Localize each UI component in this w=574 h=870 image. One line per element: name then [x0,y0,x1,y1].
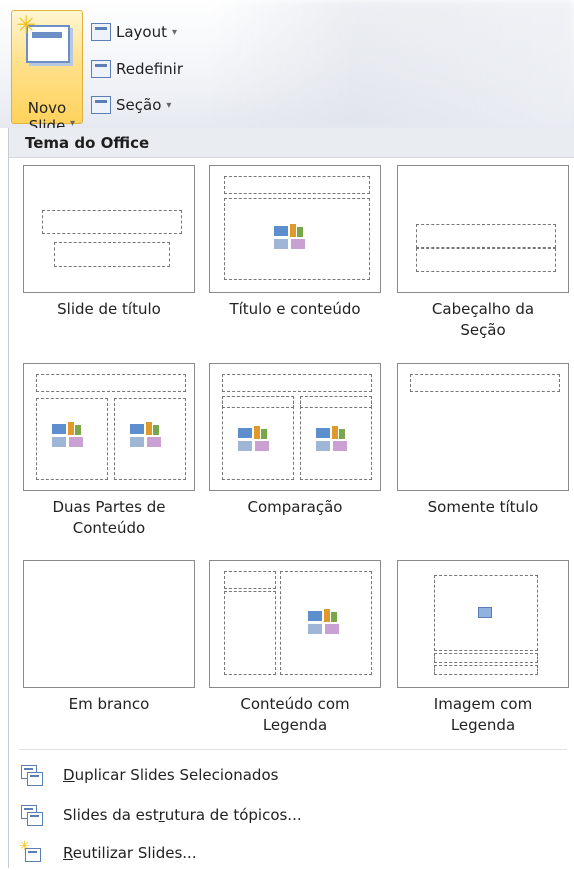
menu-item-duplicar-slides[interactable]: Duplicar Slides Selecionados [9,758,574,792]
layout-label: Conteúdo com Legenda [240,695,350,734]
layout-button[interactable]: Layout ▾ [91,20,177,44]
redefinir-label: Redefinir [116,60,184,78]
layout-tile-cabecalho-da-secao[interactable]: Cabeçalho da Seção [397,165,569,341]
ribbon-slides-group: ✳ Novo Slide ▾ Layout ▾ Redefinir Seção ▾ [0,0,574,135]
layout-tile-conteudo-com-legenda[interactable]: Conteúdo com Legenda [209,560,381,736]
layout-icon [91,23,111,41]
content-icons [308,609,344,637]
reuse-slides-icon: ✳ [19,839,43,863]
layout-label: Cabeçalho da Seção [431,300,535,339]
content-icons [238,426,274,454]
layout-label: Em branco [68,695,150,713]
layout-label: Duas Partes de Conteúdo [52,498,166,537]
ribbon-blurred-area [210,0,574,128]
layout-label: Slide de título [57,300,161,318]
content-icons [316,426,352,454]
layout-tile-imagem-com-legenda[interactable]: Imagem com Legenda [397,560,569,736]
menu-item-label: Slides da estrutura de tópicos... [63,806,302,824]
outline-slides-icon [21,805,43,826]
layout-tile-titulo-e-conteudo[interactable]: Título e conteúdo [209,165,381,320]
menu-item-reutilizar-slides[interactable]: ✳ Reutilizar Slides... [9,836,574,870]
content-icons [274,224,310,252]
layout-tile-duas-partes[interactable]: Duas Partes de Conteúdo [23,363,195,539]
duplicate-slides-icon [21,765,43,786]
menu-item-label: Duplicar Slides Selecionados [63,766,279,784]
layout-thumbnail [397,560,569,688]
layout-tile-slide-de-titulo[interactable]: Slide de título [23,165,195,320]
layout-thumbnail [397,165,569,293]
secao-button[interactable]: Seção ▾ [91,93,171,117]
layout-label: Layout [116,23,167,41]
menu-separator [19,749,567,750]
novo-slide-label: Novo Slide ▾ [27,99,75,135]
redefinir-button[interactable]: Redefinir [91,57,183,81]
layout-label: Título e conteúdo [229,300,361,318]
layout-thumbnail [397,363,569,491]
chevron-down-icon: ▾ [172,26,178,38]
layout-thumbnail [23,363,195,491]
layout-label: Somente título [427,498,539,516]
section-icon [91,96,111,114]
menu-item-label: Reutilizar Slides... [63,844,197,862]
content-icons [130,422,166,450]
layout-thumbnail [23,560,195,688]
layout-tile-comparacao[interactable]: Comparação [209,363,381,518]
picture-icon [478,607,492,618]
layout-label: Imagem com Legenda [433,695,533,734]
chevron-down-icon: ▾ [166,99,172,111]
layout-thumbnail [209,363,381,491]
menu-item-slides-da-estrutura[interactable]: Slides da estrutura de tópicos... [9,798,574,832]
layout-label: Comparação [247,498,343,516]
layout-thumbnail [209,560,381,688]
secao-label: Seção [116,96,162,114]
reset-icon [91,60,111,78]
gallery-heading: Tema do Office [9,128,574,158]
layout-gallery-panel: Tema do Office Slide de título Título e … [8,128,574,868]
layout-tile-somente-titulo[interactable]: Somente título [397,363,569,518]
new-slide-icon: ✳ [16,13,70,63]
layout-thumbnail [209,165,381,293]
content-icons [52,422,88,450]
layout-thumbnail [23,165,195,293]
novo-slide-button[interactable]: ✳ Novo Slide ▾ [11,10,83,135]
layout-tile-em-branco[interactable]: Em branco [23,560,195,715]
